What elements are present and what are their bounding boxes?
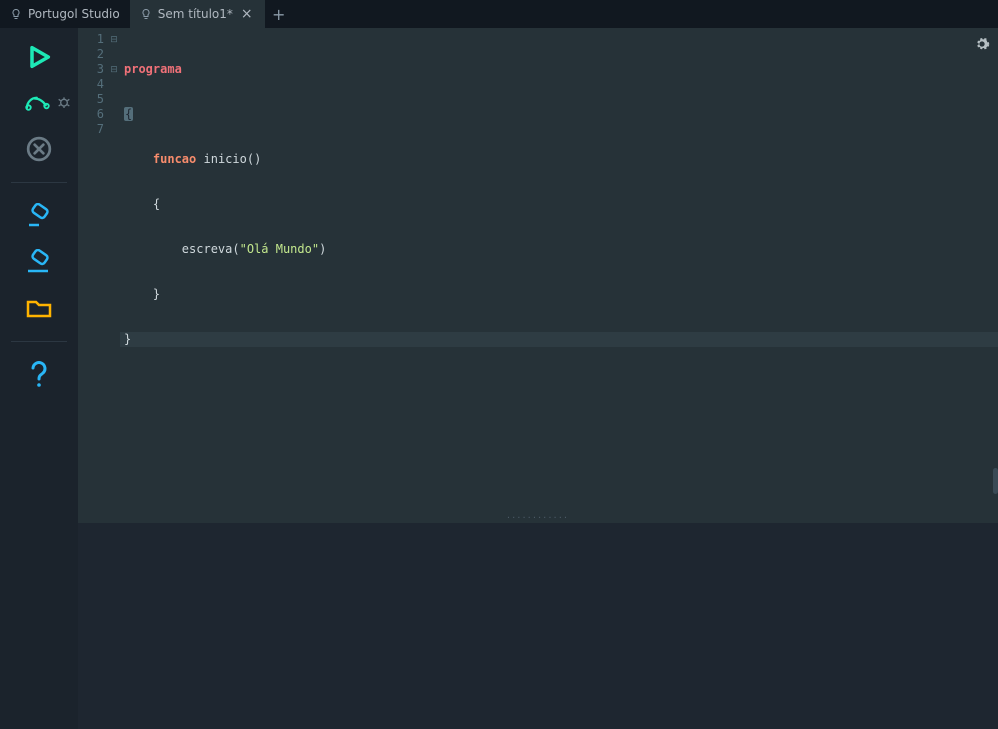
code-line: { (120, 197, 998, 212)
tab-close-button[interactable]: × (239, 7, 255, 21)
panel-splitter[interactable]: ............ (507, 510, 569, 521)
tab-home[interactable]: Portugol Studio (0, 0, 130, 28)
line-number: 5 (78, 92, 108, 107)
toolbar (0, 28, 78, 729)
tab-home-label: Portugol Studio (28, 7, 120, 21)
line-number: 1 (78, 32, 108, 47)
folder-button[interactable] (17, 289, 61, 327)
tab-add-button[interactable]: + (265, 0, 293, 28)
editor-scrollbar[interactable] (993, 28, 998, 523)
line-number: 3 (78, 62, 108, 77)
code-editor[interactable]: 1 2 3 4 5 6 7 ⊟ ⊟ programa { funcao inic… (78, 28, 998, 523)
bug-toggle-button[interactable] (54, 92, 74, 112)
help-button[interactable] (17, 356, 61, 394)
tab-bar: Portugol Studio Sem título1* × + (0, 0, 998, 28)
line-gutter: 1 2 3 4 5 6 7 (78, 28, 108, 523)
scrollbar-thumb[interactable] (993, 468, 998, 494)
fold-spacer (108, 107, 120, 122)
eraser-button[interactable] (17, 197, 61, 235)
toolbar-separator (11, 341, 67, 342)
editor-settings-button[interactable] (974, 36, 990, 52)
code-content[interactable]: programa { funcao inicio() { escreva("Ol… (120, 28, 998, 523)
line-number: 7 (78, 122, 108, 137)
fold-toggle[interactable]: ⊟ (108, 62, 120, 77)
lightbulb-icon (140, 8, 152, 20)
fold-spacer (108, 47, 120, 62)
toolbar-separator (11, 182, 67, 183)
code-line: } (120, 287, 998, 302)
tab-file[interactable]: Sem título1* × (130, 0, 265, 28)
tab-file-label: Sem título1* (158, 7, 233, 21)
line-number: 6 (78, 107, 108, 122)
fold-toggle[interactable]: ⊟ (108, 32, 120, 47)
fold-spacer (108, 77, 120, 92)
line-number: 2 (78, 47, 108, 62)
plus-icon: + (272, 5, 285, 24)
code-line: funcao inicio() (120, 152, 998, 167)
code-line: { (120, 107, 998, 122)
stop-button[interactable] (17, 130, 61, 168)
code-line: programa (120, 62, 998, 77)
code-line: } (120, 332, 998, 347)
run-button[interactable] (17, 38, 61, 76)
lightbulb-icon (10, 8, 22, 20)
line-number: 4 (78, 77, 108, 92)
fold-spacer (108, 92, 120, 107)
fold-spacer (108, 122, 120, 137)
code-line: escreva("Olá Mundo") (120, 242, 998, 257)
fold-gutter: ⊟ ⊟ (108, 28, 120, 523)
eraser-line-button[interactable] (17, 243, 61, 281)
